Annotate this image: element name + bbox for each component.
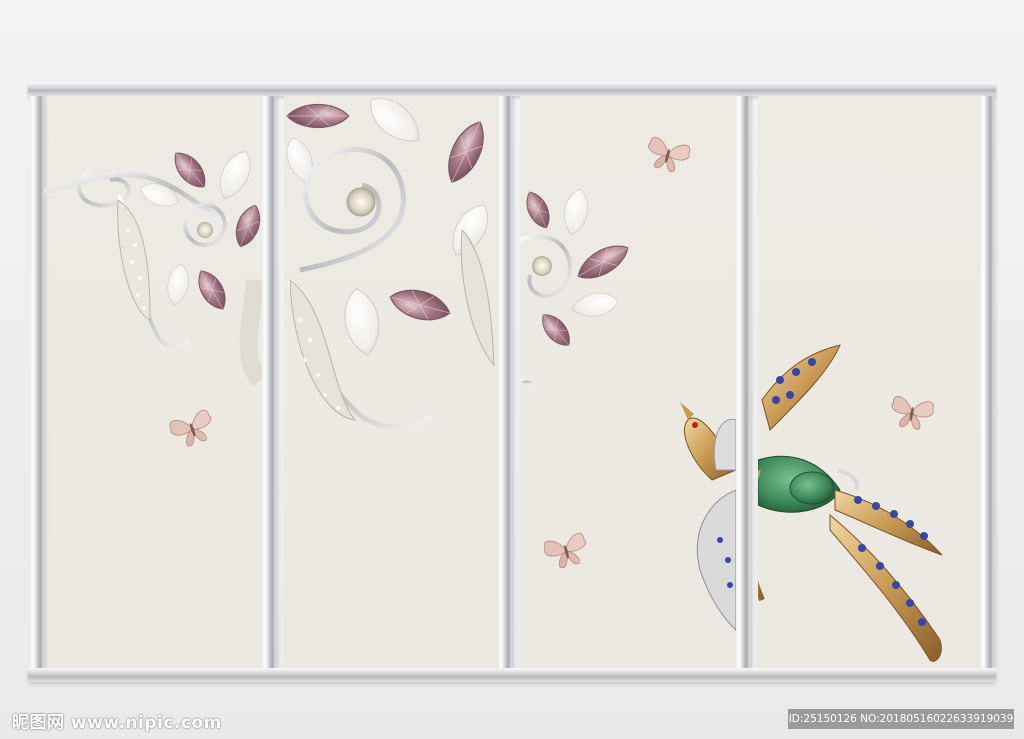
panel-2	[284, 96, 498, 668]
post-divider-3	[736, 96, 750, 668]
top-rail	[28, 82, 996, 96]
panel-1	[44, 96, 262, 668]
post-left	[30, 96, 44, 668]
mural-frame	[28, 80, 996, 685]
post-divider-2	[498, 96, 512, 668]
bottom-rail	[28, 668, 996, 682]
watermark-site: 昵图网 www.nipic.com	[12, 713, 222, 733]
panel-3	[520, 96, 736, 668]
panel-4	[758, 96, 980, 668]
post-divider-1	[262, 96, 276, 668]
post-right	[980, 96, 994, 668]
watermark-id: ID:25150126 NO:20180516022633919039	[788, 709, 1014, 729]
